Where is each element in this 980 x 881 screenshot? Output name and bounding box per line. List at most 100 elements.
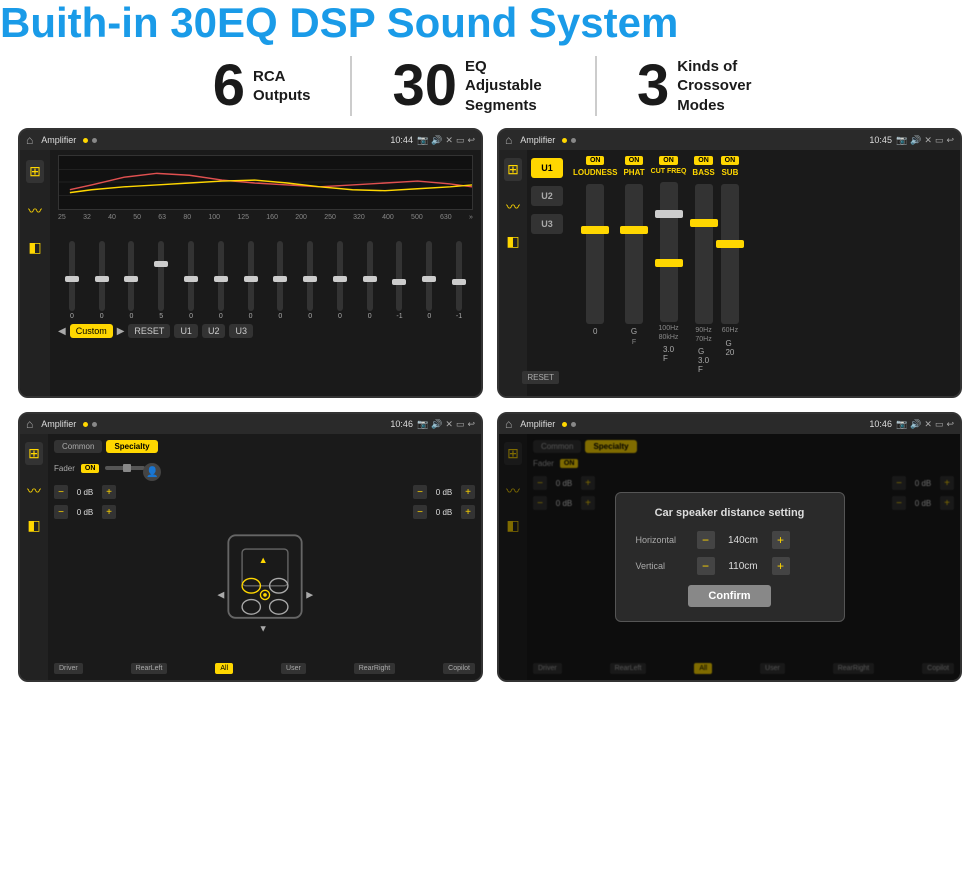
eq-u2-btn[interactable]: U2 [202,324,226,338]
bass-thumb[interactable] [690,219,718,227]
wave-icon-2[interactable]: 〰 [506,197,520,217]
slider-track-5[interactable] [218,241,224,311]
slider-thumb-0[interactable] [65,276,79,282]
copilot-btn[interactable]: Copilot [443,663,475,674]
slider-track-4[interactable] [188,241,194,311]
slider-track-13[interactable] [456,241,462,311]
u1-preset-btn[interactable]: U1 [531,158,563,178]
slider-thumb-7[interactable] [273,276,287,282]
home-icon-1[interactable]: ⌂ [26,133,33,147]
phat-thumb[interactable] [620,226,648,234]
wave-icon[interactable]: 〰 [28,201,42,221]
cutfreq-slider[interactable] [660,182,678,322]
fader-slider[interactable] [105,463,145,473]
home-icon-3[interactable]: ⌂ [26,417,33,431]
home-icon-4[interactable]: ⌂ [505,417,512,431]
slider-thumb-5[interactable] [214,276,228,282]
eq-freq-63: 63 [158,214,166,221]
user-btn[interactable]: User [281,663,306,674]
slider-track-12[interactable] [426,241,432,311]
slider-thumb-13[interactable] [452,279,466,285]
slider-thumb-12[interactable] [422,276,436,282]
slider-track-7[interactable] [277,241,283,311]
tab-common[interactable]: Common [54,440,102,453]
vol-row-fr: − 0 dB + [413,485,475,499]
eq-graph [58,155,473,210]
cutfreq-thumb-top[interactable] [655,210,683,218]
stat-number-rca: 6 [213,57,245,115]
eq-icon-3[interactable]: ⊞ [25,442,43,465]
slider-track-0[interactable] [69,241,75,311]
vol-minus-fr[interactable]: − [413,485,427,499]
all-btn[interactable]: All [215,663,233,674]
eq-next-arrow[interactable]: ▶ [117,326,125,337]
vol-col-right: − 0 dB + − 0 dB + [413,485,475,659]
eq-custom-btn[interactable]: Custom [70,324,113,338]
slider-thumb-3[interactable] [154,261,168,267]
eq-icon-2[interactable]: ⊞ [504,158,522,181]
slider-track-11[interactable] [396,241,402,311]
rear-left-btn[interactable]: RearLeft [131,663,168,674]
slider-thumb-4[interactable] [184,276,198,282]
confirm-button[interactable]: Confirm [688,585,770,607]
home-icon-2[interactable]: ⌂ [505,133,512,147]
vol-minus-rr[interactable]: − [413,505,427,519]
vol-plus-rr[interactable]: + [461,505,475,519]
sub-thumb[interactable] [716,240,744,248]
sub-val: G20 [725,339,734,357]
horizontal-plus-btn[interactable]: + [772,531,790,549]
eq-slider-3: 5 [147,241,175,320]
back-icon-4: ↩ [946,419,954,430]
eq-u1-btn[interactable]: U1 [174,324,198,338]
status-icons-2: 📷 🔊 ✕ ▭ ↩ [896,135,954,146]
slider-thumb-9[interactable] [333,276,347,282]
slider-track-8[interactable] [307,241,313,311]
eq-icon[interactable]: ⊞ [26,160,44,183]
slider-thumb-1[interactable] [95,276,109,282]
speaker-icon-3[interactable]: ◧ [27,517,40,534]
volume-icon-4: 🔊 [910,419,921,430]
status-icons-3: 📷 🔊 ✕ ▭ ↩ [417,419,475,430]
sub-slider[interactable] [721,184,739,324]
driver-btn[interactable]: Driver [54,663,83,674]
loudness-thumb[interactable] [581,226,609,234]
eq-prev-arrow[interactable]: ◀ [58,326,66,337]
vol-minus-rl[interactable]: − [54,505,68,519]
stat-number-crossover: 3 [637,57,669,115]
slider-track-1[interactable] [99,241,105,311]
slider-track-6[interactable] [248,241,254,311]
vertical-plus-btn[interactable]: + [772,557,790,575]
phat-slider[interactable] [625,184,643,324]
slider-thumb-8[interactable] [303,276,317,282]
slider-thumb-11[interactable] [392,279,406,285]
horizontal-minus-btn[interactable]: − [697,531,715,549]
slider-track-2[interactable] [128,241,134,311]
speaker-icon-l[interactable]: ◧ [28,239,41,256]
vol-minus-fl[interactable]: − [54,485,68,499]
crossover-reset-btn[interactable]: RESET [522,371,559,384]
vol-plus-rl[interactable]: + [102,505,116,519]
slider-track-9[interactable] [337,241,343,311]
eq-more-icon[interactable]: » [469,214,473,221]
slider-thumb-2[interactable] [124,276,138,282]
slider-thumb-10[interactable] [363,276,377,282]
vol-plus-fl[interactable]: + [102,485,116,499]
speaker-icon-2[interactable]: ◧ [506,233,519,250]
rear-right-btn[interactable]: RearRight [354,663,396,674]
u2-preset-btn[interactable]: U2 [531,186,563,206]
status-dot-2 [562,138,567,143]
slider-track-3[interactable] [158,241,164,311]
loudness-slider[interactable] [586,184,604,324]
slider-track-10[interactable] [367,241,373,311]
eq-reset-btn[interactable]: RESET [128,324,170,338]
eq-u3-btn[interactable]: U3 [229,324,253,338]
u3-preset-btn[interactable]: U3 [531,214,563,234]
cutfreq-thumb-bot[interactable] [655,259,683,267]
eq-slider-9: 0 [326,241,354,320]
tab-specialty[interactable]: Specialty [106,440,157,453]
bass-slider[interactable] [695,184,713,324]
vol-plus-fr[interactable]: + [461,485,475,499]
wave-icon-3[interactable]: 〰 [27,481,41,501]
vertical-minus-btn[interactable]: − [697,557,715,575]
slider-thumb-6[interactable] [244,276,258,282]
